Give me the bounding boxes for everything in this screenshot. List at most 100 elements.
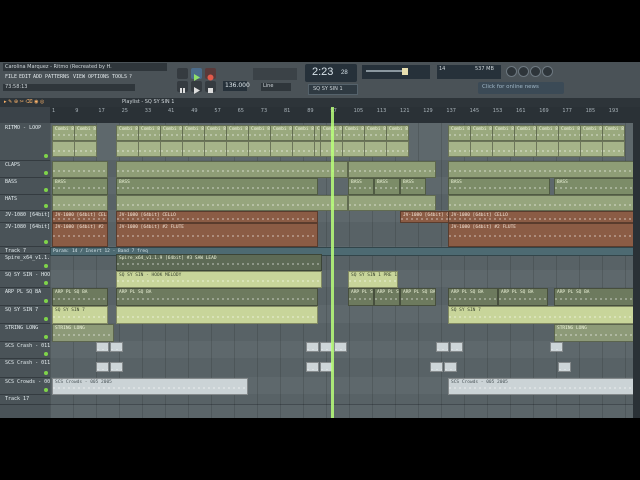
pattern-clip[interactable] bbox=[116, 141, 139, 157]
settings-icon[interactable] bbox=[518, 66, 529, 77]
pattern-clip[interactable]: SQ SY SIN 7 bbox=[52, 306, 108, 324]
pattern-clip[interactable] bbox=[342, 141, 365, 157]
pattern-clip[interactable] bbox=[364, 141, 387, 157]
timeline-ruler[interactable]: 1917253341495765738189971051131211291371… bbox=[50, 107, 633, 123]
pattern-clip[interactable]: SCS Crowds - 005 2005 bbox=[52, 378, 248, 395]
menu-view[interactable]: VIEW bbox=[73, 74, 85, 80]
pattern-clip[interactable] bbox=[204, 141, 227, 157]
pattern-clip[interactable] bbox=[430, 362, 443, 372]
track-header[interactable]: CLAPS bbox=[0, 160, 50, 178]
pattern-clip[interactable]: Combi 8-1 bbox=[536, 125, 559, 141]
pattern-clip[interactable] bbox=[558, 362, 571, 372]
pattern-clip[interactable]: Combi 8-1 bbox=[602, 125, 625, 141]
track-mute-led[interactable] bbox=[44, 371, 48, 375]
track-mute-led[interactable] bbox=[44, 352, 48, 356]
song-position-clock[interactable]: 2:23 28 bbox=[305, 64, 357, 82]
tempo-display[interactable]: 136.000 bbox=[223, 81, 250, 91]
snap-select[interactable]: Line bbox=[261, 83, 291, 91]
stop-button[interactable] bbox=[205, 81, 216, 93]
pattern-clip[interactable]: Combi 8-1 bbox=[514, 125, 537, 141]
pattern-clip[interactable] bbox=[558, 141, 581, 157]
pattern-clip[interactable] bbox=[52, 141, 75, 157]
pattern-clip[interactable] bbox=[444, 362, 457, 372]
pattern-clip[interactable] bbox=[448, 161, 633, 178]
pattern-clip[interactable]: Combi 8-1 bbox=[204, 125, 227, 141]
pattern-clip[interactable] bbox=[306, 362, 319, 372]
track-mute-led[interactable] bbox=[44, 240, 48, 244]
pattern-clip[interactable] bbox=[96, 342, 109, 352]
pattern-clip[interactable] bbox=[386, 141, 409, 157]
menu-add[interactable]: ADD bbox=[33, 74, 42, 80]
track-header[interactable]: ARP PL SQ BA bbox=[0, 287, 50, 306]
pattern-clip[interactable]: Combi 8-1 bbox=[386, 125, 409, 141]
pattern-clip[interactable] bbox=[348, 161, 436, 178]
track-mute-led[interactable] bbox=[44, 299, 48, 303]
pattern-clip[interactable] bbox=[74, 141, 97, 157]
track-lane[interactable] bbox=[50, 394, 633, 405]
pattern-clip[interactable]: BASS bbox=[52, 178, 108, 195]
pattern-clip[interactable]: BASS bbox=[116, 178, 318, 195]
pattern-clip[interactable] bbox=[110, 362, 123, 372]
pattern-selector[interactable]: SQ SY SIN 1 bbox=[308, 84, 358, 95]
pattern-clip[interactable]: STRING LONG bbox=[554, 324, 633, 342]
pattern-clip[interactable]: Combi 8-1 bbox=[470, 125, 493, 141]
pattern-clip[interactable] bbox=[436, 342, 449, 352]
vertical-scrollbar[interactable] bbox=[633, 107, 640, 418]
playhead[interactable] bbox=[331, 107, 334, 418]
pattern-clip[interactable] bbox=[602, 141, 625, 157]
pattern-clip[interactable] bbox=[450, 342, 463, 352]
pattern-clip[interactable]: JV-1080 [64bit] #2 FLUTE bbox=[448, 223, 633, 247]
pattern-clip[interactable]: ARP PL SQ BA bbox=[498, 288, 548, 306]
track-mute-led[interactable] bbox=[44, 317, 48, 321]
pattern-clip[interactable] bbox=[292, 141, 315, 157]
pattern-clip[interactable]: ARP PL SQ BA bbox=[400, 288, 436, 306]
pattern-clip[interactable]: JV-1080 [64bit] CELLO bbox=[116, 211, 318, 223]
pattern-clip[interactable]: JV-1080 [64bit] CELLO bbox=[400, 211, 450, 223]
pattern-clip[interactable]: SQ SY SIN 1 PRE 1 bbox=[348, 271, 398, 288]
track-mute-led[interactable] bbox=[44, 154, 48, 158]
playlist-tools[interactable]: ▸ ✎ ⊕ ✂ ⌫ ◉ ◎ bbox=[4, 100, 44, 105]
track-header[interactable]: SCS Crash - 011 #2 bbox=[0, 358, 59, 378]
pattern-clip[interactable] bbox=[110, 342, 123, 352]
menu-help[interactable]: ? bbox=[129, 74, 132, 80]
pattern-clip[interactable] bbox=[248, 141, 271, 157]
pattern-clip[interactable] bbox=[550, 342, 563, 352]
pattern-clip[interactable] bbox=[580, 141, 603, 157]
pattern-clip[interactable]: Combi 8-1 bbox=[74, 125, 97, 141]
pattern-clip[interactable]: Combi 8-1 bbox=[558, 125, 581, 141]
online-news-button[interactable]: Click for online news bbox=[478, 82, 564, 94]
pattern-clip[interactable] bbox=[116, 306, 318, 324]
pattern-clip[interactable]: ARP PL SQ BA bbox=[554, 288, 633, 306]
gear-icon[interactable] bbox=[506, 66, 517, 77]
tool-buttons[interactable] bbox=[253, 68, 297, 80]
pattern-clip[interactable]: Spire_x64_v1.1.9 [64bit] #3 SAW LEAD bbox=[116, 254, 322, 271]
pattern-clip[interactable]: JV-1080 [64bit] #2 FLUTE bbox=[52, 223, 108, 247]
track-header[interactable]: BASS bbox=[0, 177, 50, 195]
track-header[interactable]: Spire_x64_v1.1.9 [64bit] #3 SAW LEAD bbox=[0, 253, 113, 271]
track-header[interactable]: JV-1080 [64bit] #2 FLUTE bbox=[0, 222, 77, 247]
track-header[interactable]: STRING LONG bbox=[0, 323, 50, 342]
pattern-clip[interactable]: ARP PL SQ BA bbox=[348, 288, 374, 306]
menu-patterns[interactable]: PATTERNS bbox=[45, 74, 69, 80]
pattern-clip[interactable]: Combi 8-1 bbox=[292, 125, 315, 141]
pattern-clip[interactable]: BASS bbox=[374, 178, 400, 195]
track-header[interactable]: SCS Crowds - 005 2005 bbox=[0, 377, 68, 395]
track-mute-led[interactable] bbox=[44, 171, 48, 175]
pattern-clip[interactable]: BASS bbox=[448, 178, 550, 195]
pattern-clip[interactable]: JV-1080 [64bit] #2 FLUTE bbox=[116, 223, 318, 247]
pattern-clip[interactable]: Combi 8-1 bbox=[182, 125, 205, 141]
pattern-clip[interactable]: BASS bbox=[554, 178, 633, 195]
pattern-clip[interactable]: ARP PL SQ BA bbox=[116, 288, 318, 306]
pattern-clip[interactable]: Combi 8-1 bbox=[226, 125, 249, 141]
pattern-clip[interactable]: ARP PL SQ BA bbox=[448, 288, 498, 306]
pattern-clip[interactable] bbox=[160, 141, 183, 157]
pattern-clip[interactable]: JV-1080 [64bit] CELLO bbox=[52, 211, 108, 223]
pattern-clip[interactable]: Combi 8-1 bbox=[492, 125, 515, 141]
menu-options[interactable]: OPTIONS bbox=[88, 74, 109, 80]
pattern-clip[interactable] bbox=[536, 141, 559, 157]
track-header[interactable]: SCS Crash - 011 bbox=[0, 341, 50, 359]
pattern-clip[interactable] bbox=[182, 141, 205, 157]
play-button[interactable] bbox=[191, 68, 202, 81]
pattern-clip[interactable] bbox=[514, 141, 537, 157]
pattern-clip[interactable]: ARP PL SQ BA bbox=[374, 288, 400, 306]
